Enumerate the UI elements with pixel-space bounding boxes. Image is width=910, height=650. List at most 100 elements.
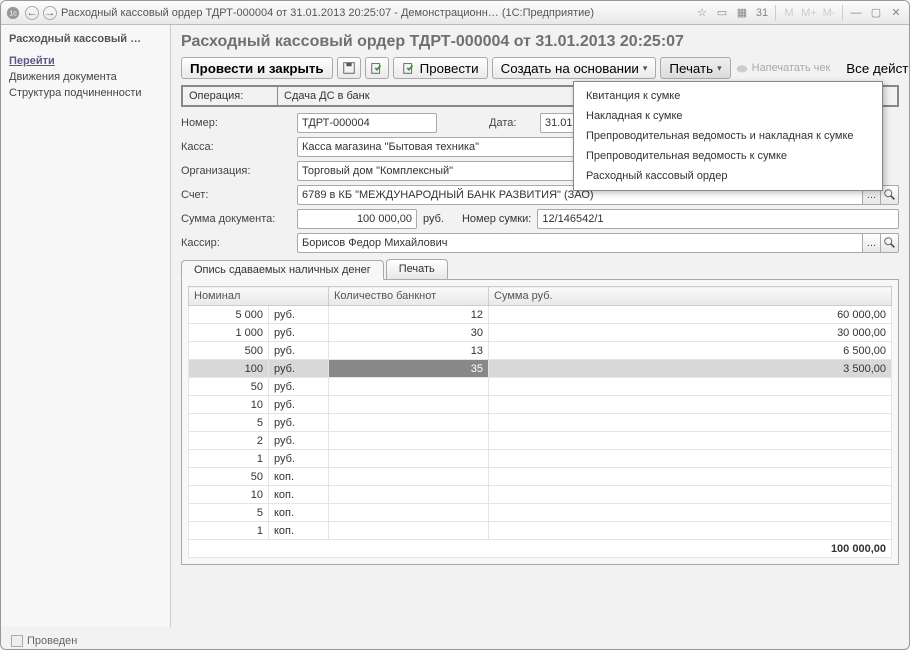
print-button[interactable]: Печать ▾ bbox=[660, 57, 730, 79]
post-and-close-button[interactable]: Провести и закрыть bbox=[181, 57, 333, 79]
cell-sum[interactable]: 6 500,00 bbox=[489, 342, 892, 360]
cell-sum[interactable] bbox=[489, 396, 892, 414]
print-menu-item[interactable]: Препроводительная ведомость к сумке bbox=[574, 146, 882, 166]
cell-qty[interactable] bbox=[329, 522, 489, 540]
mem-mminus-icon[interactable]: M- bbox=[820, 5, 838, 21]
print-menu-item[interactable]: Препроводительная ведомость и накладная … bbox=[574, 126, 882, 146]
cell-qty[interactable] bbox=[329, 450, 489, 468]
table-row[interactable]: 500руб.136 500,00 bbox=[189, 342, 892, 360]
cell-nominal[interactable]: 1 000 bbox=[189, 324, 269, 342]
cell-unit[interactable]: руб. bbox=[269, 450, 329, 468]
close-button[interactable]: ✕ bbox=[887, 5, 905, 21]
cell-sum[interactable] bbox=[489, 486, 892, 504]
favorite-icon[interactable]: ☆ bbox=[693, 5, 711, 21]
calendar-icon[interactable]: 31 bbox=[753, 5, 771, 21]
cashier-input[interactable]: Борисов Федор Михайлович bbox=[297, 233, 863, 253]
cell-nominal[interactable]: 10 bbox=[189, 396, 269, 414]
cell-unit[interactable]: коп. bbox=[269, 522, 329, 540]
cell-qty[interactable] bbox=[329, 414, 489, 432]
table-row[interactable]: 1коп. bbox=[189, 522, 892, 540]
sidebar-group-go[interactable]: Перейти bbox=[1, 53, 170, 69]
table-row[interactable]: 2руб. bbox=[189, 432, 892, 450]
cell-sum[interactable]: 30 000,00 bbox=[489, 324, 892, 342]
tab-print[interactable]: Печать bbox=[386, 259, 448, 279]
cell-nominal[interactable]: 100 bbox=[189, 360, 269, 378]
post-icon-button[interactable] bbox=[365, 57, 389, 79]
operation-value[interactable]: Сдача ДС в банк bbox=[278, 87, 376, 105]
cell-sum[interactable] bbox=[489, 522, 892, 540]
cell-nominal[interactable]: 1 bbox=[189, 450, 269, 468]
col-qty[interactable]: Количество банкнот bbox=[329, 287, 489, 306]
cell-unit[interactable]: руб. bbox=[269, 306, 329, 324]
table-row[interactable]: 100руб.353 500,00 bbox=[189, 360, 892, 378]
create-based-button[interactable]: Создать на основании ▾ bbox=[492, 57, 657, 79]
org-input[interactable]: Торговый дом "Комплексный" bbox=[297, 161, 587, 181]
cell-qty[interactable] bbox=[329, 396, 489, 414]
cell-sum[interactable] bbox=[489, 468, 892, 486]
docsum-input[interactable]: 100 000,00 bbox=[297, 209, 417, 229]
cell-unit[interactable]: коп. bbox=[269, 486, 329, 504]
nav-back-icon[interactable]: ← bbox=[25, 6, 39, 20]
cell-qty[interactable] bbox=[329, 486, 489, 504]
cashdesk-input[interactable]: Касса магазина "Бытовая техника" bbox=[297, 137, 587, 157]
cell-sum[interactable]: 3 500,00 bbox=[489, 360, 892, 378]
print-menu-item[interactable]: Квитанция к сумке bbox=[574, 86, 882, 106]
cell-sum[interactable] bbox=[489, 414, 892, 432]
table-row[interactable]: 50коп. bbox=[189, 468, 892, 486]
col-nominal[interactable]: Номинал bbox=[189, 287, 329, 306]
cash-grid[interactable]: Номинал Количество банкнот Сумма руб. 5 … bbox=[188, 286, 892, 558]
cell-nominal[interactable]: 5 000 bbox=[189, 306, 269, 324]
save-button[interactable] bbox=[337, 57, 361, 79]
cell-sum[interactable]: 60 000,00 bbox=[489, 306, 892, 324]
cell-qty[interactable]: 13 bbox=[329, 342, 489, 360]
cell-qty[interactable]: 35 bbox=[329, 360, 489, 378]
history-icon[interactable]: ▭ bbox=[713, 5, 731, 21]
table-row[interactable]: 1 000руб.3030 000,00 bbox=[189, 324, 892, 342]
cell-unit[interactable]: коп. bbox=[269, 468, 329, 486]
cashier-search-button[interactable] bbox=[881, 233, 899, 253]
cell-unit[interactable]: руб. bbox=[269, 378, 329, 396]
cell-qty[interactable]: 12 bbox=[329, 306, 489, 324]
table-row[interactable]: 10коп. bbox=[189, 486, 892, 504]
cell-sum[interactable] bbox=[489, 504, 892, 522]
sidebar-item-movements[interactable]: Движения документа bbox=[1, 69, 170, 85]
table-row[interactable]: 1руб. bbox=[189, 450, 892, 468]
minimize-button[interactable]: — bbox=[847, 5, 865, 21]
cell-nominal[interactable]: 50 bbox=[189, 468, 269, 486]
col-sum[interactable]: Сумма руб. bbox=[489, 287, 892, 306]
cell-unit[interactable]: руб. bbox=[269, 360, 329, 378]
cell-unit[interactable]: руб. bbox=[269, 432, 329, 450]
table-row[interactable]: 5руб. bbox=[189, 414, 892, 432]
cell-unit[interactable]: руб. bbox=[269, 396, 329, 414]
cell-nominal[interactable]: 500 bbox=[189, 342, 269, 360]
cell-nominal[interactable]: 50 bbox=[189, 378, 269, 396]
cell-qty[interactable]: 30 bbox=[329, 324, 489, 342]
cell-unit[interactable]: руб. bbox=[269, 342, 329, 360]
cell-nominal[interactable]: 5 bbox=[189, 414, 269, 432]
tab-cash-list[interactable]: Опись сдаваемых наличных денег bbox=[181, 260, 384, 280]
cell-unit[interactable]: руб. bbox=[269, 324, 329, 342]
mem-m-icon[interactable]: M bbox=[780, 5, 798, 21]
post-button[interactable]: Провести bbox=[393, 57, 488, 79]
cell-nominal[interactable]: 1 bbox=[189, 522, 269, 540]
table-row[interactable]: 5коп. bbox=[189, 504, 892, 522]
cell-sum[interactable] bbox=[489, 432, 892, 450]
number-input[interactable]: ТДРТ-000004 bbox=[297, 113, 437, 133]
cell-qty[interactable] bbox=[329, 504, 489, 522]
table-row[interactable]: 10руб. bbox=[189, 396, 892, 414]
cell-nominal[interactable]: 10 bbox=[189, 486, 269, 504]
cell-nominal[interactable]: 5 bbox=[189, 504, 269, 522]
account-search-button[interactable] bbox=[881, 185, 899, 205]
print-menu-item[interactable]: Накладная к сумке bbox=[574, 106, 882, 126]
cell-qty[interactable] bbox=[329, 468, 489, 486]
cell-qty[interactable] bbox=[329, 432, 489, 450]
bag-input[interactable]: 12/146542/1 bbox=[537, 209, 899, 229]
all-actions-button[interactable]: Все действия ▾ bbox=[838, 57, 909, 79]
table-row[interactable]: 5 000руб.1260 000,00 bbox=[189, 306, 892, 324]
cell-qty[interactable] bbox=[329, 378, 489, 396]
sidebar-item-structure[interactable]: Структура подчиненности bbox=[1, 85, 170, 101]
print-menu-item[interactable]: Расходный кассовый ордер bbox=[574, 166, 882, 186]
mem-mplus-icon[interactable]: M+ bbox=[800, 5, 818, 21]
cashier-select-button[interactable]: … bbox=[863, 233, 881, 253]
cell-sum[interactable] bbox=[489, 378, 892, 396]
